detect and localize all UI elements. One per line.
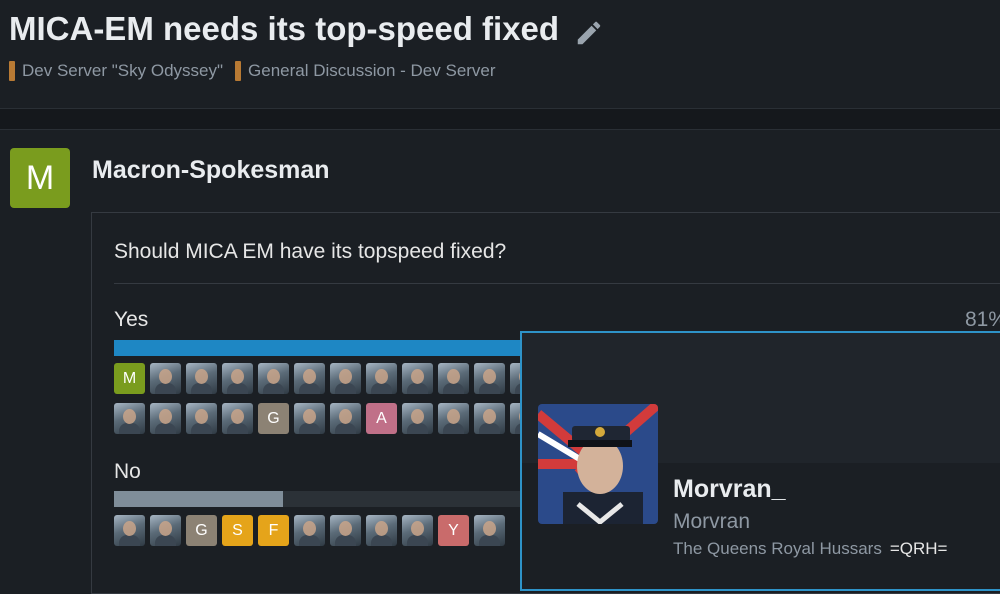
topic-header: MICA-EM needs its top-speed fixed Dev Se… bbox=[0, 0, 1000, 108]
voter-avatar[interactable] bbox=[402, 515, 433, 546]
voter-avatars: M bbox=[114, 363, 541, 394]
breadcrumb-category-label: Dev Server "Sky Odyssey" bbox=[22, 61, 224, 80]
poll-option-percent: 81% bbox=[965, 308, 1000, 331]
voter-avatar-letter[interactable]: G bbox=[258, 403, 289, 434]
voter-avatars: GA bbox=[114, 403, 541, 434]
voter-avatar[interactable] bbox=[258, 363, 289, 394]
user-card-display-name: Morvran bbox=[673, 510, 751, 533]
avatar-initial: M bbox=[25, 158, 55, 197]
voter-avatar[interactable] bbox=[186, 403, 217, 434]
voter-avatar[interactable] bbox=[294, 363, 325, 394]
breadcrumb-category[interactable]: Dev Server "Sky Odyssey" bbox=[9, 61, 223, 81]
voter-avatar[interactable] bbox=[222, 403, 253, 434]
breadcrumb-subcategory[interactable]: General Discussion - Dev Server bbox=[235, 61, 496, 81]
voter-avatar[interactable] bbox=[402, 403, 433, 434]
voter-avatar[interactable] bbox=[294, 515, 325, 546]
voter-avatar[interactable] bbox=[294, 403, 325, 434]
voter-avatar-letter[interactable]: A bbox=[366, 403, 397, 434]
avatar[interactable] bbox=[538, 404, 658, 524]
voter-avatar[interactable] bbox=[114, 515, 145, 546]
voter-avatar[interactable] bbox=[114, 403, 145, 434]
pencil-icon[interactable] bbox=[574, 18, 604, 48]
topic-map-strip bbox=[0, 108, 1000, 130]
voter-avatar[interactable] bbox=[474, 515, 505, 546]
voter-avatar[interactable] bbox=[150, 403, 181, 434]
voter-avatar[interactable] bbox=[150, 363, 181, 394]
divider bbox=[114, 283, 1000, 284]
voter-avatar[interactable] bbox=[474, 403, 505, 434]
voter-avatar-letter[interactable]: Y bbox=[438, 515, 469, 546]
breadcrumb-subcategory-label: General Discussion - Dev Server bbox=[248, 61, 496, 80]
user-card-clan-tag: =QRH= bbox=[889, 539, 948, 558]
poll-question: Should MICA EM have its topspeed fixed? bbox=[114, 240, 507, 263]
voter-avatar[interactable] bbox=[186, 363, 217, 394]
voter-initial: G bbox=[195, 521, 208, 539]
breadcrumb: Dev Server "Sky Odyssey" General Discuss… bbox=[9, 61, 496, 81]
category-color-badge bbox=[9, 61, 15, 81]
poll-bar-fill bbox=[114, 491, 284, 507]
voter-avatar[interactable] bbox=[330, 515, 361, 546]
category-color-badge bbox=[235, 61, 242, 81]
poll-option-label[interactable]: No bbox=[114, 460, 141, 484]
voter-initial: F bbox=[268, 521, 279, 539]
voter-avatar[interactable] bbox=[402, 363, 433, 394]
voter-avatar[interactable] bbox=[222, 363, 253, 394]
voter-avatar-letter[interactable]: F bbox=[258, 515, 289, 546]
user-card-group: The Queens Royal Hussars =QRH= bbox=[673, 539, 947, 559]
user-card: Morvran_ Morvran The Queens Royal Hussar… bbox=[520, 331, 1000, 591]
voter-avatar[interactable] bbox=[438, 403, 469, 434]
topic-title[interactable]: MICA-EM needs its top-speed fixed bbox=[9, 10, 559, 48]
voter-avatar[interactable] bbox=[330, 403, 361, 434]
voter-avatar-letter[interactable]: G bbox=[186, 515, 217, 546]
post-author[interactable]: Macron-Spokesman bbox=[92, 156, 330, 185]
voter-initial: G bbox=[267, 409, 280, 427]
voter-initial: Y bbox=[448, 521, 459, 539]
voter-initial: A bbox=[376, 409, 387, 427]
voter-avatar-letter[interactable]: S bbox=[222, 515, 253, 546]
voter-avatar[interactable] bbox=[438, 363, 469, 394]
officer-portrait-icon bbox=[538, 404, 658, 524]
avatar[interactable]: M bbox=[10, 148, 70, 208]
voter-avatar[interactable] bbox=[330, 363, 361, 394]
poll-option-label[interactable]: Yes bbox=[114, 308, 148, 332]
voter-initial: M bbox=[122, 369, 137, 387]
voter-initial: S bbox=[232, 521, 243, 539]
voter-avatar[interactable] bbox=[150, 515, 181, 546]
user-card-group-name[interactable]: The Queens Royal Hussars bbox=[673, 539, 882, 558]
voter-avatar[interactable] bbox=[366, 363, 397, 394]
voter-avatar[interactable] bbox=[474, 363, 505, 394]
voter-avatars: GSFY bbox=[114, 515, 505, 546]
voter-avatar-letter[interactable]: M bbox=[114, 363, 145, 394]
voter-avatar[interactable] bbox=[366, 515, 397, 546]
user-card-username[interactable]: Morvran_ bbox=[673, 475, 786, 504]
